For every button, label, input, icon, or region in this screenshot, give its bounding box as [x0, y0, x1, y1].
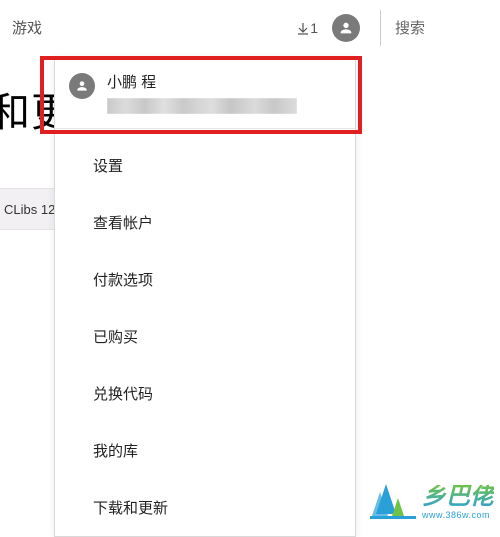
account-email-blurred — [107, 98, 297, 114]
person-icon — [338, 20, 354, 36]
account-name: 小鹏 程 — [107, 71, 339, 92]
watermark-brand: 乡巴佬 — [422, 485, 494, 509]
account-menu: 设置 查看帐户 付款选项 已购买 兑换代码 我的库 下载和更新 — [55, 129, 355, 536]
top-bar: 游戏 1 搜索 — [0, 0, 500, 55]
menu-item-my-library[interactable]: 我的库 — [55, 422, 355, 479]
menu-item-settings[interactable]: 设置 — [55, 129, 355, 194]
menu-item-payment-options[interactable]: 付款选项 — [55, 251, 355, 308]
search-input[interactable]: 搜索 — [380, 10, 492, 46]
download-icon — [298, 23, 308, 33]
menu-item-redeem-code[interactable]: 兑换代码 — [55, 365, 355, 422]
account-header[interactable]: 小鹏 程 — [55, 57, 355, 129]
watermark: 乡巴佬 www.386w.com — [370, 476, 494, 520]
watermark-url: www.386w.com — [422, 510, 490, 520]
menu-item-purchased[interactable]: 已购买 — [55, 308, 355, 365]
account-avatar — [69, 73, 95, 99]
watermark-logo-icon — [370, 476, 416, 520]
menu-item-view-account[interactable]: 查看帐户 — [55, 194, 355, 251]
download-indicator[interactable]: 1 — [298, 20, 318, 36]
nav-tab-games[interactable]: 游戏 — [8, 11, 46, 44]
account-dropdown: 小鹏 程 设置 查看帐户 付款选项 已购买 兑换代码 我的库 下载和更新 — [54, 56, 356, 537]
person-icon — [75, 79, 89, 93]
download-count: 1 — [310, 20, 318, 36]
list-item[interactable]: CLibs 12 — [0, 188, 60, 230]
menu-item-downloads-updates[interactable]: 下载和更新 — [55, 479, 355, 536]
user-avatar-button[interactable] — [332, 14, 360, 42]
account-info: 小鹏 程 — [107, 71, 339, 114]
